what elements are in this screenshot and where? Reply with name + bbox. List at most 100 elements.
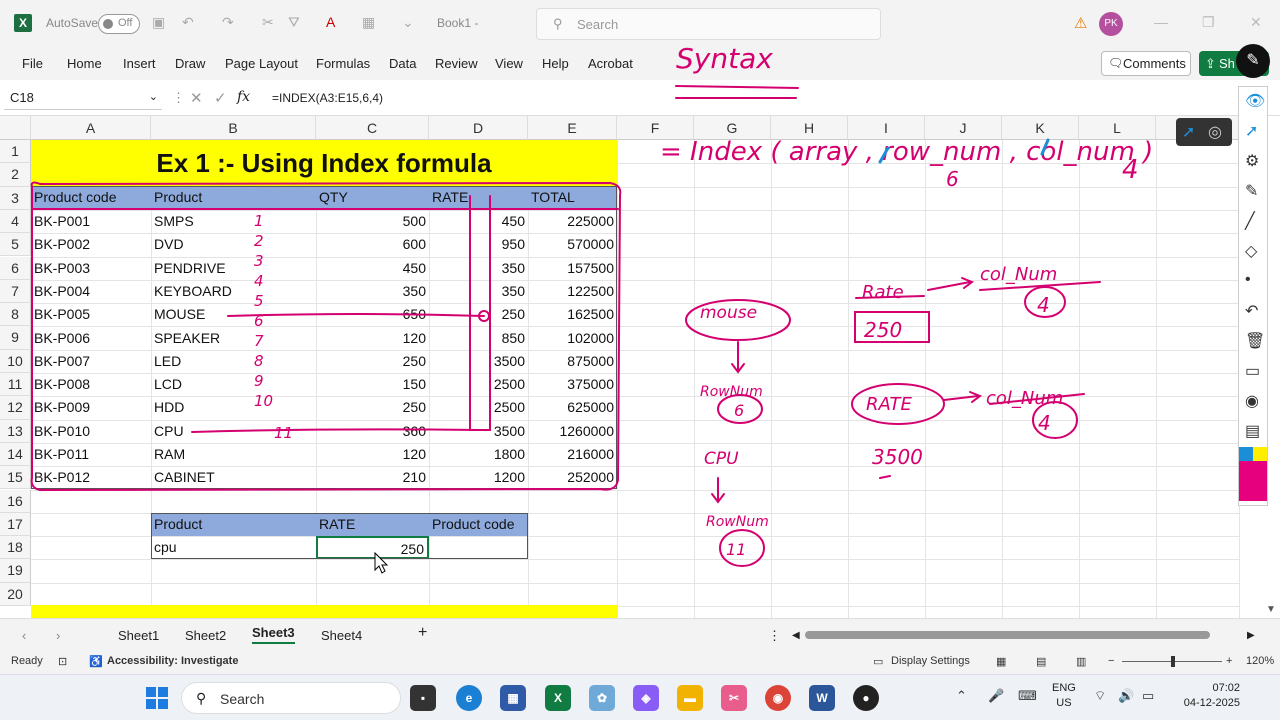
redo-icon[interactable]: ↷ [222, 14, 234, 31]
name-box[interactable]: C18 ⌄ [4, 86, 162, 110]
snipping-tool-icon[interactable]: ✂ [721, 685, 747, 711]
page-break-view-icon[interactable]: ▥ [1076, 655, 1086, 668]
col-header-j[interactable]: J [925, 116, 1002, 140]
tab-sheet4[interactable]: Sheet4 [321, 628, 362, 643]
file-explorer-icon[interactable]: ▬ [677, 685, 703, 711]
accessibility-status[interactable]: Accessibility: Investigate [107, 655, 238, 667]
col-header-h[interactable]: H [771, 116, 848, 140]
row-header-4[interactable]: 4 [0, 209, 31, 234]
col-header-l[interactable]: L [1079, 116, 1156, 140]
scroll-left-icon[interactable]: ◀ [792, 630, 800, 641]
customize-dropdown-icon[interactable]: ⌄ [402, 14, 414, 31]
language-indicator[interactable]: ENG US [1052, 681, 1076, 711]
recorder-icon[interactable]: ● [853, 685, 879, 711]
store-icon[interactable]: ▦ [500, 685, 526, 711]
color-blue-swatch[interactable] [1239, 447, 1253, 461]
clipboard-icon[interactable]: ▤ [1245, 421, 1260, 441]
row-header-7[interactable]: 7 [0, 279, 31, 304]
tab-review[interactable]: Review [435, 56, 478, 71]
color-yellow-swatch[interactable] [1253, 447, 1267, 461]
enter-icon[interactable]: ✓ [214, 89, 227, 107]
tab-sheet1[interactable]: Sheet1 [118, 628, 159, 643]
clock[interactable]: 07:02 04-12-2025 [1172, 681, 1240, 711]
edge-icon[interactable]: e [456, 685, 482, 711]
taskbar-search-input[interactable]: ⚲ Search [181, 682, 401, 714]
row-header-16[interactable]: 16 [0, 489, 31, 513]
dot-icon[interactable]: • [1245, 271, 1251, 289]
tab-sheet3[interactable]: Sheet3 [252, 625, 295, 644]
gear-icon[interactable]: ⚙ [1245, 151, 1259, 171]
eraser-icon[interactable]: ◇ [1245, 241, 1257, 261]
color-magenta-swatch[interactable] [1239, 461, 1267, 501]
task-view-icon[interactable]: ▪ [410, 685, 436, 711]
tab-insert[interactable]: Insert [123, 56, 156, 71]
board-icon[interactable]: ▭ [1245, 361, 1260, 381]
tab-file[interactable]: File [22, 56, 43, 71]
tab-acrobat[interactable]: Acrobat [588, 56, 633, 71]
row-header-2[interactable]: 2 [0, 163, 31, 187]
row-header-10[interactable]: 10 [0, 349, 31, 373]
tab-draw[interactable]: Draw [175, 56, 205, 71]
close-icon[interactable]: ✕ [1250, 14, 1262, 31]
avatar[interactable]: PK [1099, 12, 1123, 36]
row-header-3[interactable]: 3 [0, 186, 31, 210]
font-color-icon[interactable]: A [326, 14, 335, 30]
tab-sheet2[interactable]: Sheet2 [185, 628, 226, 643]
save-icon[interactable]: ▣ [152, 14, 165, 31]
row-header-11[interactable]: 11 [0, 373, 31, 397]
col-header-e[interactable]: E [528, 116, 617, 140]
sheet-title[interactable]: Ex 1 :- Using Index formula [31, 148, 617, 179]
highlighter-icon[interactable]: ✎ [1245, 181, 1258, 201]
display-settings-button[interactable]: Display Settings [891, 655, 970, 667]
tab-formulas[interactable]: Formulas [316, 56, 370, 71]
pointer-icon[interactable]: ➚ [1245, 121, 1258, 141]
row-header-8[interactable]: 8 [0, 303, 31, 327]
borders-icon[interactable]: ▦ [362, 14, 375, 31]
row-header-6[interactable]: 6 [0, 256, 31, 280]
zoom-out-icon[interactable]: − [1108, 655, 1114, 667]
row-header-13[interactable]: 13 [0, 419, 31, 443]
cut-icon[interactable]: ✂ [262, 14, 274, 31]
camera-icon[interactable]: ◉ [1245, 391, 1259, 411]
pen-tool-logo-icon[interactable]: ✎ [1236, 44, 1270, 78]
scroll-down-icon[interactable]: ▼ [1266, 604, 1276, 615]
col-header-i[interactable]: I [848, 116, 925, 140]
select-all-corner[interactable] [0, 116, 31, 140]
cancel-icon[interactable]: ✕ [190, 89, 203, 107]
battery-icon[interactable]: ▭ [1142, 688, 1154, 704]
zoom-in-icon[interactable]: + [1226, 655, 1232, 667]
fill-color-icon[interactable]: ⛛ [288, 14, 300, 31]
add-sheet-icon[interactable]: + [418, 624, 427, 642]
col-header-g[interactable]: G [694, 116, 771, 140]
row-header-12[interactable]: 12 [0, 396, 31, 420]
display-icon[interactable]: ▭ [873, 655, 883, 668]
accessibility-icon[interactable]: ♿ [89, 655, 103, 668]
tab-page-layout[interactable]: Page Layout [225, 56, 298, 71]
normal-view-icon[interactable]: ▦ [996, 655, 1006, 668]
tab-help[interactable]: Help [542, 56, 569, 71]
row-header-19[interactable]: 19 [0, 559, 31, 583]
wifi-icon[interactable]: ⌔ [1094, 688, 1106, 704]
eye-icon[interactable]: 👁 [1245, 91, 1265, 111]
row-header-5[interactable]: 5 [0, 233, 31, 257]
more-icon[interactable]: ⋮ [768, 628, 781, 644]
app-icon[interactable]: ✿ [589, 685, 615, 711]
pen-icon[interactable]: ╱ [1245, 211, 1255, 231]
row-header-20[interactable]: 20 [0, 582, 31, 606]
row-header-14[interactable]: 14 [0, 442, 31, 467]
col-header-f[interactable]: F [617, 116, 694, 140]
formula-input[interactable]: =INDEX(A3:E15,6,4) [272, 91, 383, 105]
zoom-level[interactable]: 120% [1246, 655, 1274, 667]
chevron-up-icon[interactable]: ⌃ [956, 688, 967, 704]
undo-icon[interactable]: ↶ [182, 14, 194, 31]
row-header-1[interactable]: 1 [0, 140, 31, 164]
tab-view[interactable]: View [495, 56, 523, 71]
next-sheet-icon[interactable]: › [56, 628, 60, 643]
col-header-c[interactable]: C [316, 116, 429, 140]
maximize-icon[interactable]: ❐ [1202, 14, 1215, 31]
page-layout-view-icon[interactable]: ▤ [1036, 655, 1046, 668]
undo-ink-icon[interactable]: ↶ [1245, 301, 1258, 321]
warning-icon[interactable]: ⚠ [1074, 14, 1087, 32]
insert-function-icon[interactable]: fx [237, 89, 250, 105]
keyboard-icon[interactable]: ⌨ [1018, 688, 1037, 704]
